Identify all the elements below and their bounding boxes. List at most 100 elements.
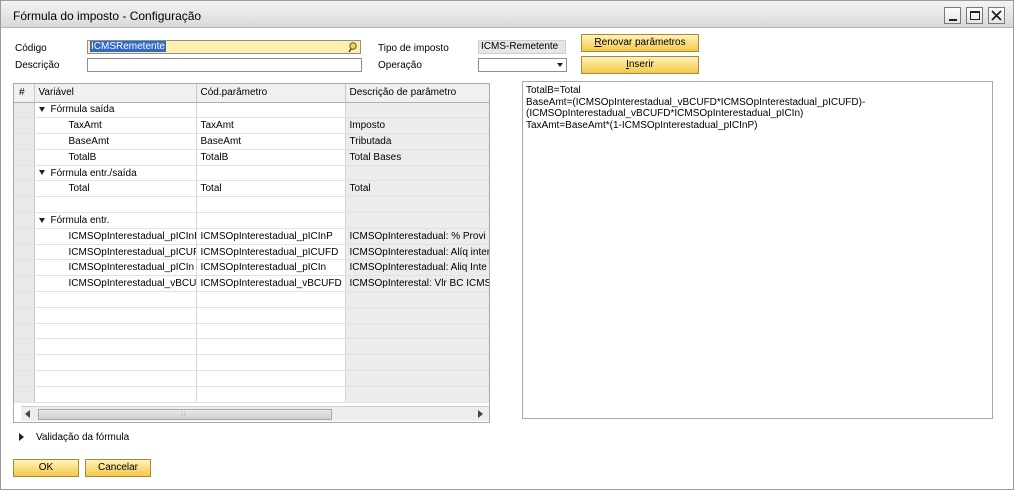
variavel-cell[interactable] — [34, 323, 197, 340]
group-row[interactable]: Fórmula saída — [14, 102, 489, 119]
row-number-cell[interactable] — [14, 117, 35, 135]
row-number-cell[interactable] — [14, 291, 35, 308]
variavel-cell[interactable] — [34, 196, 197, 214]
cod-parametro-cell[interactable] — [196, 196, 346, 214]
variavel-cell[interactable] — [34, 370, 197, 387]
cod-parametro-cell[interactable]: ICMSOpInterestadual_vBCUFD — [196, 275, 346, 293]
cod-parametro-cell[interactable]: BaseAmt — [196, 133, 346, 150]
collapse-icon[interactable] — [38, 107, 45, 113]
codigo-input[interactable]: ICMSRemetente — [87, 40, 361, 54]
variavel-cell[interactable]: Total — [34, 180, 197, 198]
formula-editor[interactable]: TotalB=Total BaseAmt=(ICMSOpInterestadua… — [522, 81, 993, 419]
table-row[interactable] — [14, 338, 489, 356]
cod-parametro-cell[interactable]: ICMSOpInterestadual_pICIn — [196, 259, 346, 277]
column-header-number[interactable]: # — [14, 84, 35, 103]
descricao-input[interactable] — [87, 58, 362, 72]
cod-parametro-cell[interactable] — [196, 386, 346, 403]
table-row[interactable]: TotalB TotalB Total Bases — [14, 149, 489, 166]
minimize-button[interactable] — [944, 7, 961, 24]
group-name-cell[interactable]: Fórmula entr. — [34, 212, 197, 229]
cod-parametro-cell[interactable]: ICMSOpInterestadual_pICUFD — [196, 244, 346, 261]
renovar-parametros-button[interactable]: Renovar parâmetros — [581, 34, 699, 52]
lookup-icon[interactable] — [348, 41, 358, 53]
group-row[interactable]: Fórmula entr. — [14, 212, 489, 229]
maximize-icon — [969, 11, 980, 20]
table-row[interactable] — [14, 354, 489, 372]
table-row[interactable] — [14, 291, 489, 308]
column-header-variavel[interactable]: Variável — [34, 84, 197, 103]
collapse-icon[interactable] — [38, 217, 45, 223]
variavel-cell[interactable] — [34, 386, 197, 403]
table-row[interactable] — [14, 196, 489, 214]
ok-button[interactable]: OK — [13, 459, 79, 477]
cancel-button[interactable]: Cancelar — [85, 459, 151, 477]
table-row[interactable]: BaseAmt BaseAmt Tributada — [14, 133, 489, 150]
validacao-formula-toggle[interactable]: Validação da fórmula — [19, 432, 129, 443]
row-number-cell[interactable] — [14, 244, 35, 261]
table-row[interactable]: ICMSOpInterestadual_pICInP ICMSOpInterest… — [14, 228, 489, 245]
table-row[interactable] — [14, 323, 489, 340]
parameters-grid[interactable]: # Variável Cód.parâmetro Descrição de pa… — [13, 83, 490, 423]
group-name-cell[interactable]: Fórmula saída — [34, 102, 197, 119]
scroll-left-icon[interactable] — [25, 410, 30, 418]
variavel-cell[interactable]: TotalB — [34, 149, 197, 166]
variavel-cell[interactable] — [34, 307, 197, 324]
close-button[interactable] — [988, 7, 1005, 24]
cod-parametro-cell[interactable]: TotalB — [196, 149, 346, 166]
operacao-select[interactable] — [478, 58, 567, 72]
row-number-cell[interactable] — [14, 102, 35, 119]
cod-parametro-cell[interactable]: TaxAmt — [196, 117, 346, 135]
row-number-cell[interactable] — [14, 338, 35, 356]
row-number-cell[interactable] — [14, 275, 35, 293]
row-number-cell[interactable] — [14, 386, 35, 403]
row-number-cell[interactable] — [14, 165, 35, 182]
group-row[interactable]: Fórmula entr./saída — [14, 165, 489, 182]
group-name-cell[interactable]: Fórmula entr./saída — [34, 165, 197, 182]
cod-parametro-cell[interactable] — [196, 354, 346, 372]
table-row[interactable]: Total Total Total — [14, 180, 489, 198]
collapse-icon[interactable] — [38, 170, 45, 176]
cod-parametro-cell[interactable] — [196, 307, 346, 324]
variavel-cell[interactable] — [34, 354, 197, 372]
variavel-cell[interactable]: TaxAmt — [34, 117, 197, 135]
maximize-button[interactable] — [966, 7, 983, 24]
row-number-cell[interactable] — [14, 133, 35, 150]
variavel-cell[interactable]: ICMSOpInterestadual_vBCUFD — [34, 275, 197, 293]
column-header-descricao[interactable]: Descrição de parâmetro — [345, 84, 489, 103]
row-number-cell[interactable] — [14, 354, 35, 372]
column-header-cod-parametro[interactable]: Cód.parâmetro — [196, 84, 346, 103]
table-row[interactable]: ICMSOpInterestadual_pICIn ICMSOpInteresta… — [14, 259, 489, 277]
cod-parametro-cell[interactable]: Total — [196, 180, 346, 198]
row-number-cell[interactable] — [14, 180, 35, 198]
row-number-cell[interactable] — [14, 212, 35, 229]
row-number-cell[interactable] — [14, 149, 35, 166]
cod-parametro-cell[interactable]: ICMSOpInterestadual_pICInP — [196, 228, 346, 245]
variavel-cell[interactable]: ICMSOpInterestadual_pICInP — [34, 228, 197, 245]
cod-parametro-cell[interactable] — [196, 338, 346, 356]
variavel-cell[interactable] — [34, 338, 197, 356]
cod-parametro-cell[interactable] — [196, 323, 346, 340]
horizontal-scrollbar[interactable]: ∷ — [21, 406, 489, 421]
row-number-cell[interactable] — [14, 307, 35, 324]
title-bar[interactable]: Fórmula do imposto - Configuração — [1, 1, 1013, 28]
variavel-cell[interactable]: ICMSOpInterestadual_pICUFD — [34, 244, 197, 261]
table-row[interactable] — [14, 370, 489, 387]
cod-parametro-cell[interactable] — [196, 291, 346, 308]
row-number-cell[interactable] — [14, 370, 35, 387]
scroll-right-icon[interactable] — [478, 410, 483, 418]
table-row[interactable] — [14, 307, 489, 324]
cod-parametro-cell[interactable] — [196, 370, 346, 387]
table-row[interactable]: ICMSOpInterestadual_pICUFD ICMSOpInterest… — [14, 244, 489, 261]
table-row[interactable]: TaxAmt TaxAmt Imposto — [14, 117, 489, 135]
variavel-cell[interactable]: BaseAmt — [34, 133, 197, 150]
grid-cell — [196, 102, 346, 119]
inserir-button[interactable]: Inserir — [581, 56, 699, 74]
row-number-cell[interactable] — [14, 228, 35, 245]
row-number-cell[interactable] — [14, 196, 35, 214]
variavel-cell[interactable]: ICMSOpInterestadual_pICIn — [34, 259, 197, 277]
variavel-cell[interactable] — [34, 291, 197, 308]
row-number-cell[interactable] — [14, 259, 35, 277]
table-row[interactable]: ICMSOpInterestadual_vBCUFD ICMSOpInterest… — [14, 275, 489, 293]
row-number-cell[interactable] — [14, 323, 35, 340]
table-row[interactable] — [14, 386, 489, 403]
